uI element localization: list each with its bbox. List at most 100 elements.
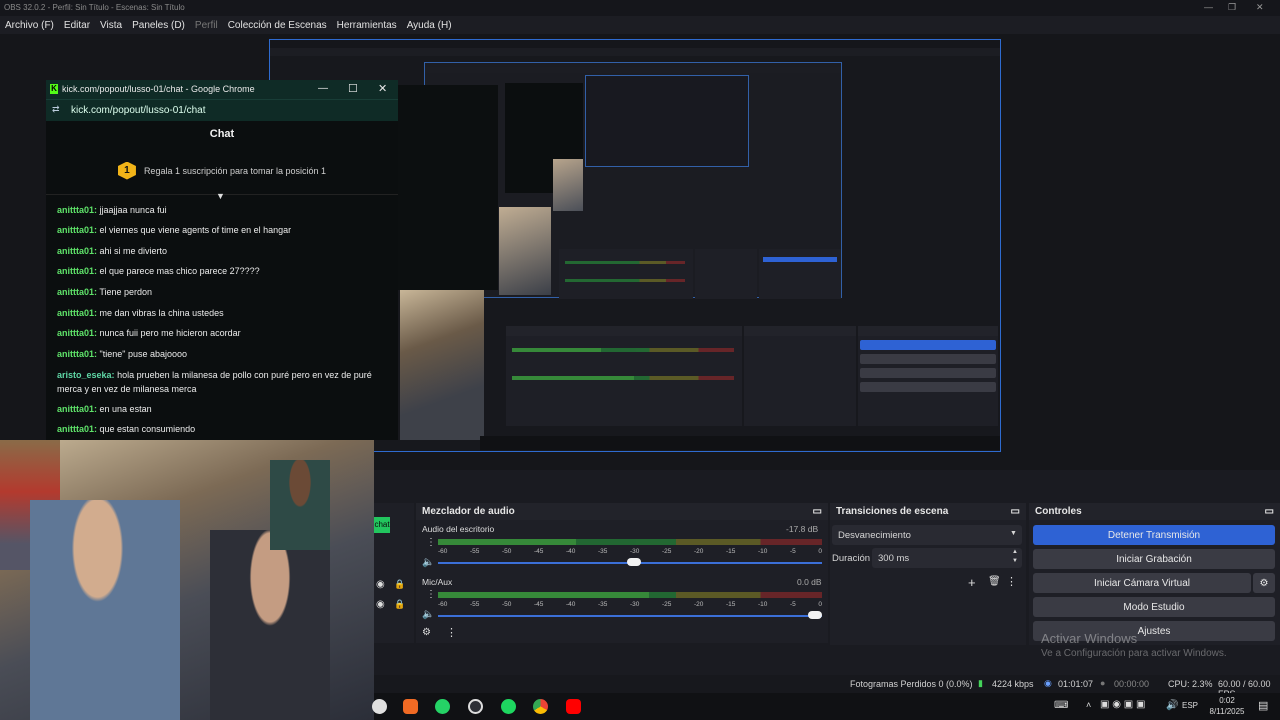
nested-canvas-level3 <box>585 75 749 167</box>
visibility-eye-icon[interactable]: ◉ <box>376 599 385 610</box>
chrome-address-bar[interactable]: ⇄ kick.com/popout/lusso-01/chat <box>46 99 398 121</box>
site-settings-icon[interactable]: ⇄ <box>52 104 60 115</box>
mixer-header: Mezclador de audio ▭ <box>416 503 828 520</box>
minimize-icon[interactable]: — <box>1204 2 1213 12</box>
menu-archivo[interactable]: Archivo (F) <box>5 20 54 31</box>
notifications-icon[interactable]: ▤ <box>1258 699 1268 712</box>
nested-webcam-level3 <box>553 159 583 211</box>
nested-mixer-level2 <box>559 249 693 299</box>
duration-label: Duración <box>832 553 871 564</box>
start-virtual-camera-button[interactable]: Iniciar Cámara Virtual <box>1033 573 1251 593</box>
activate-windows-title: Activar Windows <box>1041 631 1138 646</box>
obs-icon[interactable] <box>468 699 483 714</box>
chat-message: anittta01: Tiene perdon <box>57 287 153 297</box>
dock-popout-icon[interactable]: ▭ <box>1265 506 1274 517</box>
mixer-menu-icon[interactable]: ⋮ <box>446 626 457 639</box>
webcam-person-left <box>30 500 180 720</box>
menu-editar[interactable]: Editar <box>64 20 90 31</box>
maximize-icon[interactable]: ☐ <box>348 82 358 95</box>
youtube-icon[interactable] <box>566 699 581 714</box>
close-icon[interactable]: ✕ <box>378 82 387 95</box>
lock-icon[interactable]: 🔒 <box>394 599 405 610</box>
menu-perfil[interactable]: Perfil <box>195 20 218 31</box>
minimize-icon[interactable]: — <box>318 83 328 94</box>
chat-message: anittta01: ahi si me divierto <box>57 246 168 256</box>
menu-herramientas[interactable]: Herramientas <box>337 20 397 31</box>
speaker-icon[interactable]: 🔈 <box>422 557 434 568</box>
chrome-partial-icon[interactable] <box>372 699 387 714</box>
sources-dock-partial: chat ◉ 🔒 ◉ 🔒 <box>374 503 414 643</box>
mixer-settings-icon[interactable]: ⚙ <box>422 627 431 638</box>
menu-paneles[interactable]: Paneles (D) <box>132 20 185 31</box>
menu-ayuda[interactable]: Ayuda (H) <box>407 20 452 31</box>
visibility-eye-icon[interactable]: ◉ <box>376 579 385 590</box>
collapse-icon[interactable]: ▼ <box>216 191 225 201</box>
virtual-camera-settings-button[interactable]: ⚙ <box>1253 573 1275 593</box>
clock[interactable]: 0:02 8/11/2025 <box>1202 695 1252 717</box>
bitrate: 4224 kbps <box>992 679 1034 689</box>
tray-icons[interactable]: ▣ ◉ ▣ ▣ <box>1100 699 1145 710</box>
volume-meter <box>438 539 822 545</box>
volume-icon[interactable]: 🔊 <box>1166 700 1178 711</box>
activate-windows-subtitle: Ve a Configuración para activar Windows. <box>1041 648 1227 659</box>
chrome-window-title: kick.com/popout/lusso-01/chat - Google C… <box>62 84 255 94</box>
trash-icon[interactable]: 🗑 <box>988 576 1001 587</box>
controls-title: Controles <box>1035 506 1082 517</box>
clock-time: 0:02 <box>1219 696 1235 705</box>
address-url[interactable]: kick.com/popout/lusso-01/chat <box>71 105 206 116</box>
chevron-up-icon[interactable]: ˄ <box>1086 700 1091 710</box>
speaker-icon[interactable]: 🔈 <box>422 609 434 620</box>
dock-popout-icon[interactable]: ▭ <box>813 506 822 517</box>
nested-taskbar-level1 <box>480 436 1000 450</box>
start-recording-button[interactable]: Iniciar Grabación <box>1033 549 1275 569</box>
mixer-title: Mezclador de audio <box>422 506 515 517</box>
channel-menu-icon[interactable]: ⋮ <box>426 537 436 548</box>
studio-mode-button[interactable]: Modo Estudio <box>1033 597 1275 617</box>
nested-controls-level2 <box>759 249 841 299</box>
record-icon: ● <box>1100 678 1106 688</box>
dock-popout-icon[interactable]: ▭ <box>1011 506 1020 517</box>
webcam-feed <box>0 440 374 720</box>
keyboard-icon[interactable]: ⌨ <box>1054 700 1068 711</box>
dropped-frames: Fotogramas Perdidos 0 (0.0%) <box>850 679 973 689</box>
spotify-icon[interactable] <box>501 699 516 714</box>
gift-sub-banner[interactable]: 1 Regala 1 suscripción para tomar la pos… <box>46 147 398 195</box>
meter-ticks: -60 -55 -50 -45 -40 -35 -30 -25 -20 -15 -10 -5 0 <box>438 548 822 555</box>
whatsapp-icon[interactable] <box>435 699 450 714</box>
volume-slider-handle[interactable] <box>808 611 822 619</box>
webcam-person-back <box>270 460 330 550</box>
nested-titlebar <box>270 40 1000 48</box>
controls-header: Controles ▭ <box>1029 503 1280 520</box>
chevron-down-icon: ▼ <box>1010 530 1017 537</box>
chat-message: anittta01: me dan vibras la china ustede… <box>57 308 224 318</box>
channel-name: Mic/Aux <box>422 577 453 587</box>
leaderboard-badge: 1 <box>117 161 136 180</box>
volume-slider[interactable] <box>438 615 822 617</box>
close-icon[interactable]: ✕ <box>1256 2 1264 13</box>
lock-icon[interactable]: 🔒 <box>394 579 405 590</box>
nested-menubar <box>270 48 1000 56</box>
signal-bars-icon: ▮ <box>978 678 983 688</box>
menu-vista[interactable]: Vista <box>100 20 122 31</box>
meter-fill <box>438 539 577 545</box>
spinner-arrows-icon[interactable]: ▲ ▼ <box>1012 548 1018 566</box>
transition-menu-icon[interactable]: ⋮ <box>1006 575 1017 588</box>
chat-message: anittta01: jjaajjaa nunca fui <box>57 205 167 215</box>
language-indicator[interactable]: ESP <box>1182 701 1198 710</box>
chat-source-thumb: chat <box>374 517 390 533</box>
obs-window-title: OBS 32.0.2 - Perfil: Sin Título - Escena… <box>4 3 185 12</box>
duration-input[interactable]: 300 ms ▲ ▼ <box>872 548 1022 568</box>
transition-select[interactable]: Desvanecimiento ▼ <box>832 525 1022 545</box>
cpu-usage: CPU: 2.3% <box>1168 679 1213 689</box>
add-transition-icon[interactable]: + <box>968 575 976 590</box>
nested-webcam-level1 <box>400 290 484 440</box>
volume-slider-handle[interactable] <box>627 558 641 566</box>
menu-coleccion-escenas[interactable]: Colección de Escenas <box>228 20 327 31</box>
channel-menu-icon[interactable]: ⋮ <box>426 589 436 600</box>
app-orange-icon[interactable] <box>403 699 418 714</box>
maximize-icon[interactable]: ❐ <box>1228 2 1236 13</box>
nested-webcam-level2 <box>499 207 551 295</box>
chrome-icon[interactable] <box>533 699 548 714</box>
obs-menubar: Archivo (F) Editar Vista Paneles (D) Per… <box>0 16 1280 34</box>
stop-streaming-button[interactable]: Detener Transmisión <box>1033 525 1275 545</box>
